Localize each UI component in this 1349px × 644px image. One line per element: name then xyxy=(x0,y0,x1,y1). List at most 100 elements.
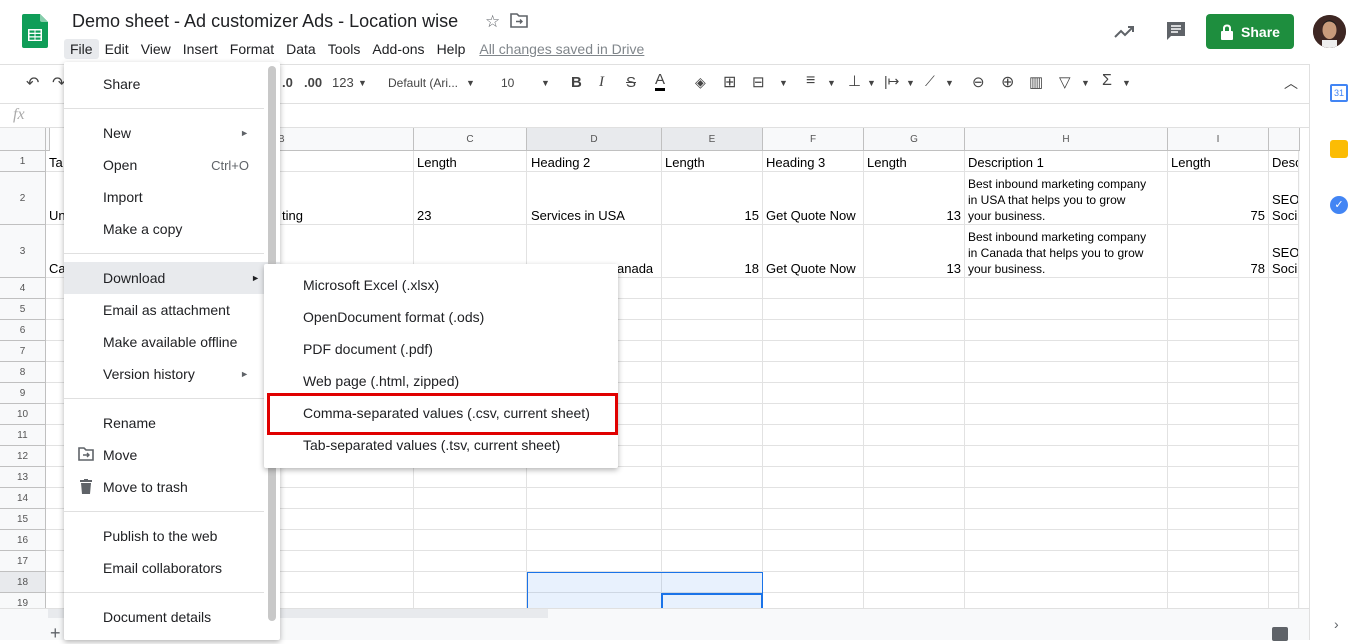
menu-addons[interactable]: Add-ons xyxy=(366,39,430,59)
italic-icon[interactable]: I xyxy=(599,74,604,91)
cell-f3[interactable]: Get Quote Now xyxy=(766,261,856,276)
menu-item-download[interactable]: Download ► xyxy=(64,262,280,294)
menu-item-publish[interactable]: Publish to the web xyxy=(64,520,280,552)
row-header[interactable]: 9 xyxy=(0,383,46,404)
chevron-down-icon[interactable]: ▼ xyxy=(358,78,367,88)
menu-item-offline[interactable]: Make available offline xyxy=(64,326,280,358)
column-header-i[interactable]: I xyxy=(1168,128,1269,151)
row-header[interactable]: 11 xyxy=(0,425,46,446)
chevron-down-icon[interactable]: ▼ xyxy=(1081,78,1090,88)
menu-item-version-history[interactable]: Version history ► xyxy=(64,358,280,390)
menu-help[interactable]: Help xyxy=(431,39,472,59)
menu-item-new[interactable]: New ► xyxy=(64,117,280,149)
row-header[interactable]: 19 xyxy=(0,593,46,608)
explore-icon[interactable] xyxy=(1272,627,1288,641)
menu-insert[interactable]: Insert xyxy=(177,39,224,59)
active-cell[interactable] xyxy=(661,593,763,608)
column-header-c[interactable]: C xyxy=(414,128,527,151)
collapse-toolbar-icon[interactable]: ︿ xyxy=(1284,73,1298,93)
comments-icon[interactable] xyxy=(1165,20,1187,42)
activity-trend-icon[interactable] xyxy=(1113,20,1135,42)
row-header[interactable]: 4 xyxy=(0,278,46,299)
chevron-down-icon[interactable]: ▼ xyxy=(541,78,550,88)
menu-tools[interactable]: Tools xyxy=(322,39,367,59)
menu-item-open[interactable]: Open Ctrl+O xyxy=(64,149,280,181)
chevron-right-icon[interactable]: › xyxy=(1334,616,1339,632)
menu-item-trash[interactable]: Move to trash xyxy=(64,471,280,503)
cell-h3[interactable]: Best inbound marketing company in Canada… xyxy=(968,229,1146,277)
cell-i1[interactable]: Length xyxy=(1171,155,1211,170)
cell-i3[interactable]: 78 xyxy=(1171,261,1265,276)
decrease-decimal-button[interactable]: .0 xyxy=(282,75,293,90)
add-sheet-icon[interactable]: + xyxy=(50,623,61,644)
text-color-icon[interactable]: A xyxy=(655,72,666,91)
chevron-down-icon[interactable]: ▼ xyxy=(1122,78,1131,88)
cell-c1[interactable]: Length xyxy=(417,155,457,170)
cell-j2[interactable]: SEO Soci xyxy=(1272,192,1298,224)
tasks-icon[interactable]: ✓ xyxy=(1330,196,1348,214)
vertical-scrollbar[interactable] xyxy=(1298,151,1300,608)
column-header-d[interactable]: D xyxy=(527,128,662,151)
merge-cells-icon[interactable]: ⊟ xyxy=(752,73,765,91)
row-header[interactable]: 15 xyxy=(0,509,46,530)
menu-item-email-attachment[interactable]: Email as attachment xyxy=(64,294,280,326)
row-header[interactable]: 10 xyxy=(0,404,46,425)
column-header-e[interactable]: E xyxy=(662,128,763,151)
insert-chart-icon[interactable]: ▥ xyxy=(1029,73,1043,91)
row-header[interactable]: 16 xyxy=(0,530,46,551)
align-left-icon[interactable]: ≡ xyxy=(806,72,815,90)
menu-data[interactable]: Data xyxy=(280,39,322,59)
menu-item-share[interactable]: Share xyxy=(64,68,280,100)
cell-d1[interactable]: Heading 2 xyxy=(531,155,590,170)
cell-f1[interactable]: Heading 3 xyxy=(766,155,825,170)
row-header[interactable]: 2 xyxy=(0,172,46,225)
avatar[interactable] xyxy=(1313,15,1346,48)
filter-icon[interactable]: ▽ xyxy=(1059,73,1071,91)
text-wrap-icon[interactable]: |↦ xyxy=(884,73,899,90)
chevron-down-icon[interactable]: ▼ xyxy=(867,78,876,88)
menu-format[interactable]: Format xyxy=(224,39,280,59)
menu-item-email-collaborators[interactable]: Email collaborators xyxy=(64,552,280,584)
number-format-button[interactable]: 123 xyxy=(332,75,354,90)
cell-e1[interactable]: Length xyxy=(665,155,705,170)
star-icon[interactable]: ☆ xyxy=(485,12,500,32)
select-all-corner[interactable] xyxy=(0,128,46,151)
share-button[interactable]: Share xyxy=(1206,14,1294,49)
bold-icon[interactable]: B xyxy=(571,74,582,91)
cell-g2[interactable]: 13 xyxy=(867,208,961,223)
column-header-j[interactable] xyxy=(1269,128,1300,151)
cell-a1[interactable]: Ta xyxy=(49,155,63,170)
chevron-down-icon[interactable]: ▼ xyxy=(779,78,788,88)
font-size-select[interactable]: 10 xyxy=(501,76,514,90)
column-header-g[interactable]: G xyxy=(864,128,965,151)
chevron-down-icon[interactable]: ▼ xyxy=(906,78,915,88)
cell-e2[interactable]: 15 xyxy=(665,208,759,223)
column-header-b[interactable]: B xyxy=(276,128,414,151)
chevron-down-icon[interactable]: ▼ xyxy=(827,78,836,88)
vertical-align-icon[interactable]: ⊥ xyxy=(848,72,861,90)
menu-item-document-details[interactable]: Document details xyxy=(64,601,280,633)
move-folder-icon[interactable] xyxy=(510,12,528,28)
cell-e3[interactable]: 18 xyxy=(665,261,759,276)
row-header[interactable]: 13 xyxy=(0,467,46,488)
row-header[interactable]: 1 xyxy=(0,151,46,172)
cell-d3[interactable]: anada xyxy=(617,261,653,276)
increase-decimal-button[interactable]: .00 xyxy=(304,75,322,90)
column-header-a[interactable] xyxy=(46,128,50,151)
cell-g3[interactable]: 13 xyxy=(867,261,961,276)
row-header[interactable]: 5 xyxy=(0,299,46,320)
cell-g1[interactable]: Length xyxy=(867,155,907,170)
strikethrough-icon[interactable]: S xyxy=(626,74,636,91)
cell-h1[interactable]: Description 1 xyxy=(968,155,1044,170)
cell-b2[interactable]: ting xyxy=(282,208,303,223)
keep-icon[interactable] xyxy=(1330,140,1348,158)
menu-file[interactable]: File xyxy=(64,39,99,59)
download-xlsx[interactable]: Microsoft Excel (.xlsx) xyxy=(264,269,618,301)
download-pdf[interactable]: PDF document (.pdf) xyxy=(264,333,618,365)
save-status[interactable]: All changes saved in Drive xyxy=(479,41,644,57)
column-header-f[interactable]: F xyxy=(763,128,864,151)
sheets-logo-icon[interactable] xyxy=(22,14,48,48)
cell-h2[interactable]: Best inbound marketing company in USA th… xyxy=(968,176,1146,224)
font-family-select[interactable]: Default (Ari... xyxy=(388,76,458,90)
calendar-icon[interactable]: 31 xyxy=(1330,84,1348,102)
